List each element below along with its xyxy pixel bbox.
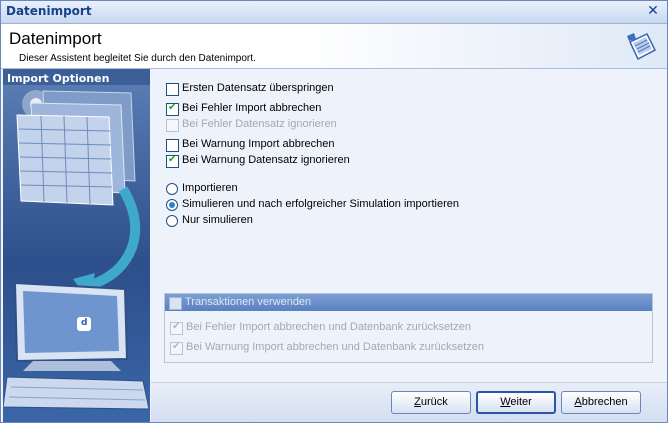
checkbox-label: Bei Fehler Datensatz ignorieren: [182, 118, 337, 130]
header-title: Datenimport: [9, 29, 102, 48]
cancel-label: bbrechen: [581, 396, 628, 408]
radio-circle[interactable]: [166, 183, 178, 195]
illustration-badge: d: [81, 318, 88, 328]
checkbox-box[interactable]: [166, 83, 179, 96]
next-accesskey: W: [500, 396, 511, 408]
cancel-accesskey: A: [574, 396, 582, 408]
radio-label: Nur simulieren: [182, 214, 253, 226]
side-panel-title: Import Optionen: [7, 72, 110, 85]
next-button[interactable]: Weiter: [476, 391, 556, 414]
checkbox-label: Bei Warnung Datensatz ignorieren: [182, 154, 350, 166]
radio-label: Importieren: [182, 182, 238, 194]
radio-circle[interactable]: [166, 199, 178, 211]
checkbox-label: Bei Warnung Import abbrechen: [182, 138, 335, 150]
transactions-header: Transaktionen verwenden: [165, 294, 652, 311]
checkbox-label: Ersten Datensatz überspringen: [182, 82, 334, 94]
import-illustration: [3, 69, 150, 410]
wizard-header: Datenimport Dieser Assistent begleitet S…: [1, 24, 667, 69]
wizard-icon: [627, 33, 656, 61]
back-button[interactable]: Zurück: [391, 391, 471, 414]
side-panel: Import Optionen d: [3, 69, 150, 422]
title-bar[interactable]: Datenimport ✕: [1, 1, 667, 24]
button-bar: Zurück Weiter Abbrechen: [151, 382, 667, 422]
checkbox-box: [169, 297, 182, 310]
transactions-group: Transaktionen verwenden Bei Fehler Impor…: [164, 293, 653, 363]
checkbox-box: [170, 341, 183, 355]
checkbox-label: Bei Fehler Import abbrechen und Datenban…: [186, 321, 471, 333]
checkbox-box[interactable]: [166, 139, 179, 152]
checkbox-box: [170, 321, 183, 335]
checkbox-label: Bei Warnung Import abbrechen und Datenba…: [186, 341, 484, 353]
header-subtitle: Dieser Assistent begleitet Sie durch den…: [19, 53, 256, 64]
checkbox-box[interactable]: [166, 102, 179, 116]
radio-circle[interactable]: [166, 215, 178, 227]
options-panel: Ersten Datensatz überspringen Bei Fehler…: [151, 69, 667, 382]
import-wizard-window: Datenimport ✕ Datenimport Dieser Assiste…: [0, 0, 668, 423]
checkbox-label: Bei Fehler Import abbrechen: [182, 102, 322, 114]
next-label: eiter: [510, 396, 532, 408]
close-icon[interactable]: ✕: [645, 3, 661, 19]
back-label: urück: [420, 396, 448, 408]
checkbox-label: Transaktionen verwenden: [185, 296, 312, 308]
cancel-button[interactable]: Abbrechen: [561, 391, 641, 414]
window-title: Datenimport: [6, 4, 92, 18]
back-accesskey: Z: [414, 396, 421, 408]
radio-label: Simulieren und nach erfolgreicher Simula…: [182, 198, 459, 210]
checkbox-box: [166, 119, 179, 132]
checkbox-box[interactable]: [166, 154, 179, 168]
